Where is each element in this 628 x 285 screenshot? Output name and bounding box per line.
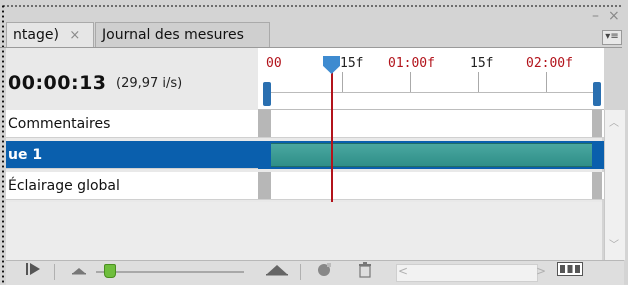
toolbar-separator	[54, 264, 55, 280]
ruler-tick	[342, 72, 343, 92]
tab-close-icon[interactable]: ×	[69, 28, 80, 43]
ruler-label: 01:00f	[388, 56, 435, 71]
convert-animation-icon[interactable]	[314, 262, 334, 282]
layer-row-selected[interactable]: ue 1	[6, 141, 258, 169]
layer-name: ue 1	[8, 147, 43, 163]
work-area-end-handle[interactable]	[593, 82, 601, 106]
toolbar-separator	[300, 264, 301, 280]
tab-measurement-log[interactable]: Journal des mesures	[95, 22, 270, 47]
track-gutter	[258, 172, 271, 199]
minimize-icon[interactable]: –	[592, 8, 599, 24]
scroll-right-icon[interactable]: >	[536, 264, 546, 278]
playhead-line[interactable]	[331, 64, 333, 202]
track-row[interactable]	[258, 172, 604, 200]
frame-rate-label: (29,97 i/s)	[116, 76, 183, 91]
layer-row-global-light[interactable]: Éclairage global	[6, 172, 258, 200]
ruler-tick	[546, 72, 547, 92]
ruler-tick	[478, 72, 479, 92]
panel-menu-icon[interactable]: ▾≡	[602, 30, 622, 45]
zoom-slider-thumb[interactable]	[104, 264, 116, 278]
tab-label: Journal des mesures	[102, 27, 244, 43]
layer-name: Commentaires	[8, 116, 111, 132]
layer-duration-bar[interactable]	[271, 143, 592, 167]
zoom-slider-track[interactable]	[96, 271, 244, 273]
scroll-down-icon[interactable]: ﹀	[606, 236, 622, 252]
play-icon[interactable]	[24, 262, 44, 282]
ruler-label: 15f	[470, 56, 494, 71]
layer-name: Éclairage global	[8, 178, 120, 194]
track-gutter	[592, 110, 602, 137]
panel-top-dotted-border	[2, 4, 622, 8]
frames-mode-icon[interactable]	[556, 262, 584, 282]
layer-row-comments[interactable]: Commentaires	[6, 110, 258, 138]
ruler-label: 15f	[340, 56, 364, 71]
track-gutter	[258, 110, 271, 137]
close-icon[interactable]: ×	[608, 8, 620, 24]
horizontal-scrollbar[interactable]	[396, 264, 538, 282]
scroll-left-icon[interactable]: <	[398, 264, 408, 278]
work-area-track	[270, 92, 596, 93]
ruler-label: 00	[266, 56, 282, 71]
current-time-display: 00:00:13	[8, 72, 107, 94]
trash-icon[interactable]	[356, 262, 374, 282]
zoom-in-mountain-icon[interactable]	[264, 262, 290, 282]
track-row[interactable]	[258, 110, 604, 138]
empty-track-area	[6, 202, 602, 260]
scroll-up-icon[interactable]: ︿	[606, 114, 622, 130]
tab-animation[interactable]: ntage) ×	[6, 22, 94, 47]
track-gutter	[592, 172, 602, 199]
tab-label: ntage)	[13, 27, 59, 43]
ruler-label: 02:00f	[526, 56, 573, 71]
zoom-out-mountain-icon[interactable]	[70, 262, 88, 282]
work-area-start-handle[interactable]	[263, 82, 271, 106]
ruler-tick	[410, 72, 411, 92]
